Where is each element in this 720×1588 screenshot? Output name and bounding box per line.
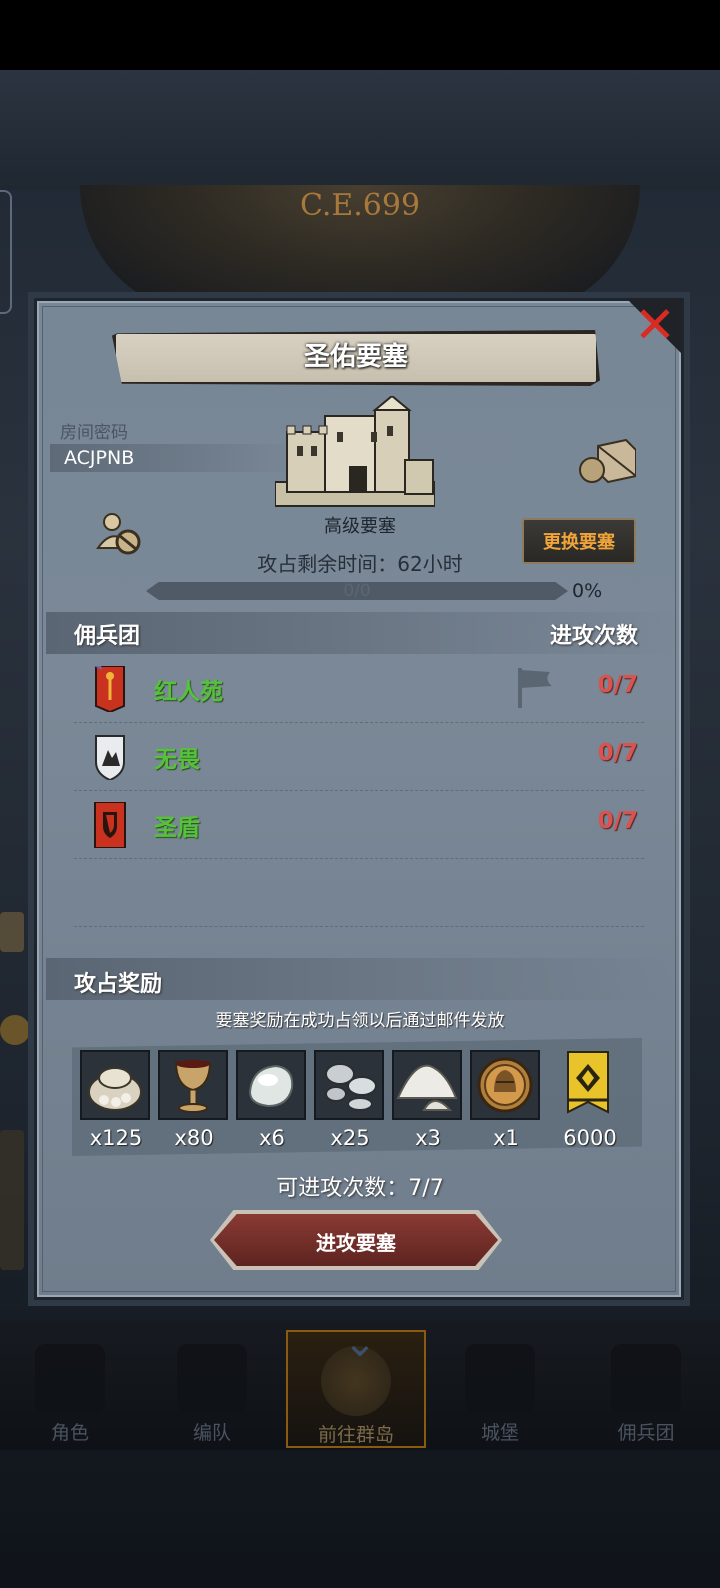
clan-row[interactable]: 无畏 0/7 [74, 722, 644, 791]
red-banner-icon [94, 666, 125, 712]
room-code[interactable]: ACJPNB [64, 447, 134, 469]
side-panel-icon[interactable] [0, 1130, 24, 1270]
available-label: 可进攻次数： [276, 1176, 409, 1201]
nav-label: 编队 [192, 1422, 231, 1444]
dialog-title: 圣佑要塞 [303, 342, 408, 372]
nav-label: 角色 [50, 1422, 89, 1444]
nav-item-formation[interactable]: 编队 [142, 1330, 282, 1448]
storage-crate-icon[interactable] [578, 438, 636, 484]
reward-quantity: x25 [330, 1126, 370, 1150]
side-target-icon[interactable] [0, 1015, 30, 1045]
clan-attack-count: 0/7 [597, 672, 638, 698]
gemstone-icon [236, 1050, 306, 1120]
castle-icon [465, 1344, 535, 1414]
capture-progress-text: 0/0 [343, 581, 371, 601]
reward-item[interactable]: x80 [158, 1050, 230, 1150]
era-text: C.E.699 [299, 188, 421, 223]
nav-label: 佣兵团 [617, 1422, 675, 1444]
reward-quantity: x1 [493, 1126, 519, 1150]
status-bar [0, 0, 720, 70]
coin-sack-icon [80, 1050, 150, 1120]
chevron-down-icon: ⌄ [343, 1320, 377, 1366]
fortress-icon [275, 396, 435, 507]
silver-ore-icon [314, 1050, 384, 1120]
nav-label: 前往群岛 [317, 1424, 394, 1446]
attack-count-header: 进攻次数 [549, 624, 638, 649]
available-value: 7/7 [408, 1176, 444, 1201]
nav-item-castle[interactable]: 城堡 [430, 1330, 570, 1448]
reward-item[interactable]: x125 [80, 1050, 152, 1150]
reward-quantity: x6 [259, 1126, 285, 1150]
attack-fortress-label[interactable]: 进攻要塞 [214, 1227, 498, 1256]
room-password-label: 房间密码 [60, 423, 128, 443]
remaining-value: 62 [397, 552, 423, 576]
reward-item[interactable]: x25 [314, 1050, 386, 1150]
mercenary-icon [611, 1344, 681, 1414]
white-shield-icon [95, 735, 125, 780]
reward-quantity: x3 [415, 1126, 441, 1150]
knight-icon [35, 1344, 105, 1414]
mercenary-header: 佣兵团 [74, 624, 141, 649]
reward-note: 要塞奖励在成功占领以后通过邮件发放 [215, 1011, 505, 1031]
user-block-icon[interactable] [96, 512, 142, 556]
clan-attack-count: 0/7 [597, 740, 638, 766]
red-shield-banner-icon [94, 802, 126, 848]
clan-name: 圣盾 [154, 815, 200, 841]
reward-item[interactable]: 6000 [552, 1050, 628, 1150]
salt-pile-icon [392, 1050, 462, 1120]
background-band [0, 70, 720, 190]
remaining-unit: 小时 [422, 552, 463, 576]
reward-quantity: x80 [174, 1126, 214, 1150]
helmet-medal-icon [470, 1050, 540, 1120]
remaining-label: 攻占剩余时间： [257, 552, 398, 576]
goblet-icon [158, 1050, 228, 1120]
clan-row[interactable]: 圣盾 0/7 [74, 790, 644, 859]
reward-quantity: 6000 [563, 1126, 617, 1150]
flag-icon [518, 668, 552, 708]
reward-quantity: x125 [89, 1126, 143, 1150]
empty-clan-row [74, 858, 644, 927]
available-attacks: 可进攻次数：7/7 [200, 1170, 520, 1202]
reward-item[interactable]: x6 [236, 1050, 308, 1150]
fortress-level: 高级要塞 [324, 516, 396, 537]
nav-item-mercenary[interactable]: 佣兵团 [576, 1330, 716, 1448]
clan-attack-count: 0/7 [597, 808, 638, 834]
reward-item[interactable]: x3 [392, 1050, 464, 1150]
capture-progress-percent: 0% [572, 580, 603, 602]
reward-item[interactable]: x1 [470, 1050, 542, 1150]
nav-item-character[interactable]: 角色 [0, 1330, 140, 1448]
nav-label: 城堡 [480, 1422, 519, 1444]
remaining-time: 攻占剩余时间：62小时 [180, 548, 540, 577]
close-icon[interactable]: ✕ [628, 298, 682, 352]
clan-row[interactable]: 红人苑 0/7 [74, 654, 644, 723]
clan-name: 无畏 [154, 747, 200, 773]
side-icon[interactable] [0, 912, 24, 952]
helmet-icon [177, 1344, 247, 1414]
reward-header: 攻占奖励 [74, 972, 163, 997]
side-tab[interactable] [0, 190, 12, 314]
honor-banner-icon [552, 1050, 624, 1120]
clan-name: 红人苑 [154, 679, 223, 705]
